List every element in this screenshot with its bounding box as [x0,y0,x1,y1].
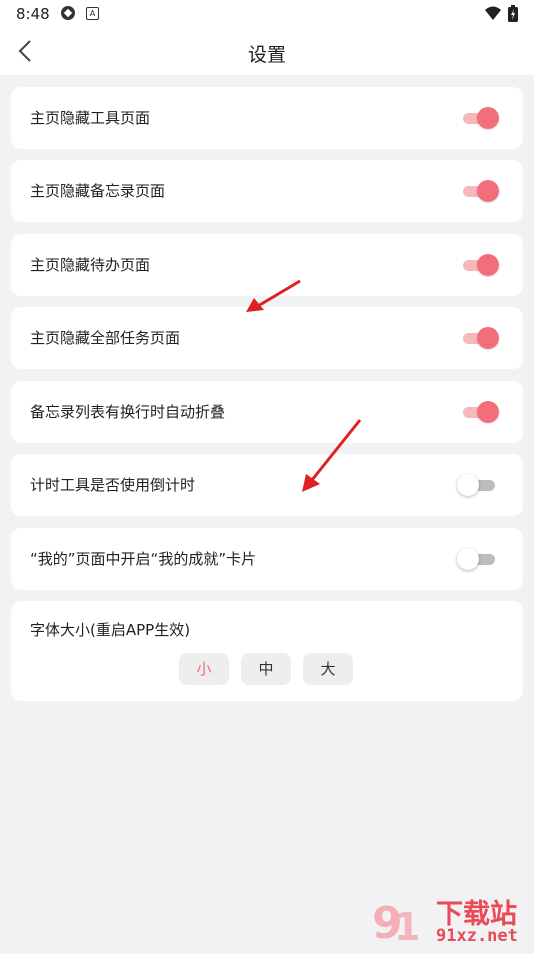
setting-hide-todo: 主页隐藏待办页面 [11,234,523,296]
setting-hide-tools: 主页隐藏工具页面 [11,87,523,149]
setting-memo-fold: 备忘录列表有换行时自动折叠 [11,381,523,443]
watermark-domain: 91xz.net [436,926,518,946]
header: 设置 [0,28,534,75]
font-size-large-button[interactable]: 大 [303,653,353,685]
setting-label: 主页隐藏待办页面 [30,256,151,274]
toggle-switch[interactable] [457,107,501,129]
setting-achievement-card: “我的”页面中开启“我的成就”卡片 [11,528,523,590]
toggle-switch[interactable] [457,401,501,423]
font-size-card: 字体大小(重启APP生效) 小 中 大 [11,601,523,701]
page-title: 设置 [247,44,286,66]
font-size-small-button[interactable]: 小 [179,653,229,685]
notification-icon: A [86,7,99,20]
setting-label: “我的”页面中开启“我的成就”卡片 [30,550,257,568]
toggle-knob [477,401,499,423]
setting-label: 计时工具是否使用倒计时 [30,476,196,494]
font-size-medium-button[interactable]: 中 [241,653,291,685]
toggle-switch[interactable] [457,180,501,202]
toggle-knob [457,474,479,496]
font-size-label: 字体大小(重启APP生效) [30,621,191,639]
aperture-icon [61,6,75,20]
setting-label: 主页隐藏备忘录页面 [30,182,166,200]
setting-countdown: 计时工具是否使用倒计时 [11,454,523,516]
toggle-knob [477,254,499,276]
wifi-icon [485,6,501,20]
setting-hide-memo: 主页隐藏备忘录页面 [11,160,523,222]
toggle-switch[interactable] [457,327,501,349]
setting-label: 主页隐藏全部任务页面 [30,329,181,347]
setting-label: 备忘录列表有换行时自动折叠 [30,403,226,421]
battery-icon [508,5,518,22]
setting-hide-all-tasks: 主页隐藏全部任务页面 [11,307,523,369]
toggle-knob [477,180,499,202]
toggle-knob [477,327,499,349]
toggle-switch[interactable] [457,254,501,276]
toggle-switch[interactable] [457,548,501,570]
toggle-knob [477,107,499,129]
setting-label: 主页隐藏工具页面 [30,109,151,127]
toggle-knob [457,548,479,570]
toggle-switch[interactable] [457,474,501,496]
watermark: 9 1 下载站 91xz.net [364,890,534,950]
status-time: 8:48 [16,5,50,23]
svg-text:1: 1 [394,905,420,949]
status-bar: 8:48 A [0,0,534,28]
